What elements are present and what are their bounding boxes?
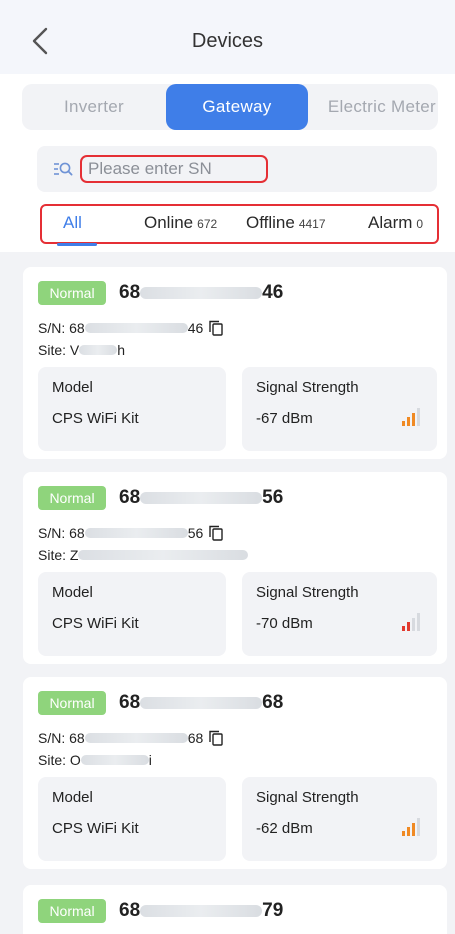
- status-badge: Normal: [38, 281, 106, 305]
- site-suffix: i: [148, 752, 152, 768]
- redacted-blur: [84, 733, 188, 743]
- model-label: Model: [52, 584, 93, 601]
- model-value: CPS WiFi Kit: [52, 410, 139, 427]
- device-title-prefix: 68: [119, 487, 141, 508]
- tab-gateway[interactable]: Gateway: [166, 84, 308, 130]
- copy-icon[interactable]: [209, 730, 223, 746]
- model-value: CPS WiFi Kit: [52, 615, 139, 632]
- copy-icon[interactable]: [209, 320, 223, 336]
- site-prefix: Site: O: [38, 752, 81, 768]
- site-name: Site: Z: [38, 546, 249, 564]
- filter-alarm[interactable]: Alarm 0: [368, 213, 423, 233]
- filter-alarm-label: Alarm: [368, 213, 413, 232]
- filter-all-label: All: [63, 213, 82, 232]
- device-title: 68 79: [119, 899, 283, 923]
- filter-online-label: Online: [144, 213, 194, 232]
- status-badge: Normal: [38, 899, 106, 923]
- site-suffix: h: [117, 342, 126, 358]
- filter-all[interactable]: All: [63, 213, 82, 233]
- sn-search-input[interactable]: [88, 159, 258, 179]
- signal-label: Signal Strength: [256, 789, 359, 806]
- sn-prefix: S/N: 68: [38, 525, 85, 541]
- redacted-blur: [140, 287, 263, 299]
- model-value: CPS WiFi Kit: [52, 820, 139, 837]
- signal-label: Signal Strength: [256, 379, 359, 396]
- signal-strength-icon: [402, 818, 420, 836]
- search-bar: [37, 146, 437, 192]
- signal-box: Signal Strength -67 dBm: [242, 367, 437, 451]
- signal-value: -70 dBm: [256, 615, 313, 632]
- filter-alarm-count: 0: [416, 217, 424, 231]
- signal-label: Signal Strength: [256, 584, 359, 601]
- redacted-blur: [78, 550, 249, 560]
- filter-offline[interactable]: Offline 4417: [246, 213, 326, 233]
- model-label: Model: [52, 379, 93, 396]
- filter-offline-count: 4417: [298, 217, 326, 231]
- sn-suffix: 46: [187, 320, 204, 336]
- signal-box: Signal Strength -62 dBm: [242, 777, 437, 861]
- search-field-frame: [80, 155, 268, 183]
- signal-strength-icon: [402, 613, 420, 631]
- status-badge: Normal: [38, 486, 106, 510]
- device-type-tabs: Inverter Gateway Electric Meter: [22, 84, 438, 130]
- model-label: Model: [52, 789, 93, 806]
- redacted-blur: [140, 492, 263, 504]
- redacted-blur: [140, 697, 263, 709]
- sn-suffix: 68: [187, 730, 204, 746]
- site-name: Site: O i: [38, 751, 152, 769]
- sn-prefix: S/N: 68: [38, 320, 85, 336]
- tab-inverter[interactable]: Inverter: [22, 84, 166, 130]
- device-card[interactable]: Normal 68 46 S/N: 68 46 Site: V h Model …: [23, 267, 447, 459]
- site-prefix: Site: Z: [38, 547, 79, 563]
- device-title-suffix: 68: [262, 692, 284, 713]
- serial-number: S/N: 68 46: [38, 319, 223, 337]
- signal-value: -67 dBm: [256, 410, 313, 427]
- signal-box: Signal Strength -70 dBm: [242, 572, 437, 656]
- device-title-prefix: 68: [119, 900, 141, 921]
- device-card[interactable]: Normal 68 56 S/N: 68 56 Site: Z Model CP…: [23, 472, 447, 664]
- redacted-blur: [80, 755, 149, 765]
- device-title-suffix: 79: [262, 900, 284, 921]
- site-name: Site: V h: [38, 341, 125, 359]
- redacted-blur: [84, 528, 188, 538]
- site-prefix: Site: V: [38, 342, 80, 358]
- device-title-suffix: 56: [262, 487, 284, 508]
- serial-number: S/N: 68 56: [38, 524, 223, 542]
- model-box: Model CPS WiFi Kit: [38, 367, 226, 451]
- model-box: Model CPS WiFi Kit: [38, 572, 226, 656]
- device-card[interactable]: Normal 68 79: [23, 885, 447, 934]
- device-title: 68 46: [119, 281, 283, 305]
- device-title: 68 56: [119, 486, 283, 510]
- status-filter-bar: All Online 672 Offline 4417 Alarm 0: [40, 204, 439, 244]
- filter-online[interactable]: Online 672: [144, 213, 217, 233]
- device-title-suffix: 46: [262, 282, 284, 303]
- page-title: Devices: [191, 30, 264, 52]
- active-filter-indicator: [57, 243, 97, 246]
- app-header: Devices: [0, 0, 455, 74]
- filter-offline-label: Offline: [246, 213, 295, 232]
- signal-value: -62 dBm: [256, 820, 313, 837]
- sn-prefix: S/N: 68: [38, 730, 85, 746]
- device-card[interactable]: Normal 68 68 S/N: 68 68 Site: O i Model …: [23, 677, 447, 869]
- serial-number: S/N: 68 68: [38, 729, 223, 747]
- redacted-blur: [79, 345, 118, 355]
- device-title-prefix: 68: [119, 282, 141, 303]
- sn-suffix: 56: [187, 525, 204, 541]
- copy-icon[interactable]: [209, 525, 223, 541]
- filter-online-count: 672: [197, 217, 218, 231]
- search-list-icon: [53, 159, 75, 179]
- redacted-blur: [84, 323, 188, 333]
- device-title: 68 68: [119, 691, 283, 715]
- device-title-prefix: 68: [119, 692, 141, 713]
- model-box: Model CPS WiFi Kit: [38, 777, 226, 861]
- signal-strength-icon: [402, 408, 420, 426]
- tab-electric-meter[interactable]: Electric Meter: [308, 84, 438, 130]
- status-badge: Normal: [38, 691, 106, 715]
- redacted-blur: [140, 905, 263, 917]
